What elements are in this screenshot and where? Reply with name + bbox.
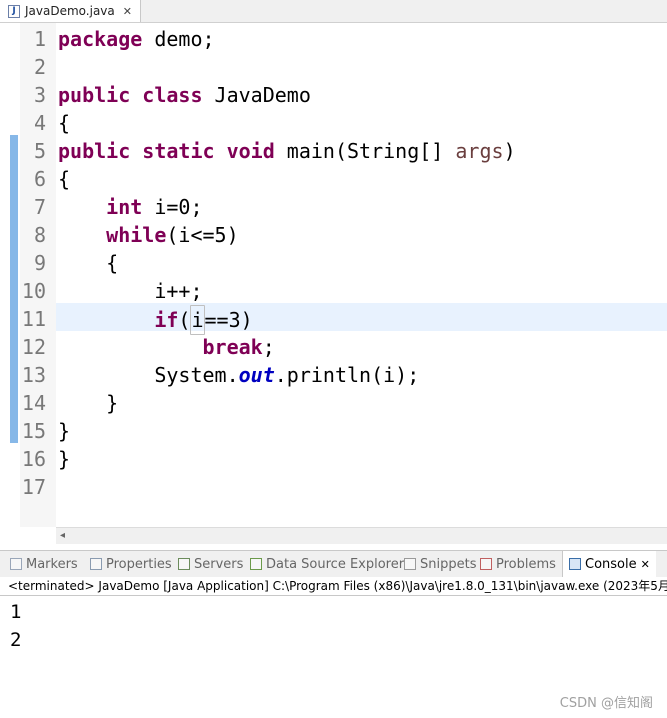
view-tab-properties[interactable]: Properties (90, 555, 172, 573)
horizontal-scrollbar[interactable]: ◂ (56, 527, 667, 544)
view-tab-label: Data Source Explorer (266, 556, 405, 572)
view-tab-servers[interactable]: Servers (178, 555, 243, 573)
code-line[interactable]: { (58, 165, 70, 193)
problems-icon (480, 558, 492, 570)
view-tab-label: Snippets (420, 556, 477, 572)
overview-gutter (0, 23, 20, 527)
line-number: 10 (21, 279, 46, 303)
view-tab-markers[interactable]: Markers (10, 555, 78, 573)
code-line[interactable]: package demo; (58, 25, 215, 53)
view-tab-label: Markers (26, 556, 78, 572)
line-number: 11 (21, 307, 46, 331)
close-icon[interactable]: ✕ (641, 558, 650, 571)
line-number: 13 (21, 363, 46, 387)
code-line[interactable]: if(i==3) (58, 305, 253, 335)
line-number: 1 (33, 27, 46, 51)
view-tab-data-source-explorer[interactable]: Data Source Explorer (250, 555, 404, 573)
code-line[interactable]: i++; (58, 277, 202, 305)
code-line[interactable]: } (58, 389, 118, 417)
view-tab-console[interactable]: Console ✕ (562, 551, 656, 577)
code-line[interactable]: } (58, 445, 70, 473)
java-file-icon: J (8, 4, 20, 18)
line-number: 6 (33, 167, 46, 191)
view-tab-problems[interactable]: Problems (480, 555, 556, 573)
view-tab-label: Servers (194, 556, 244, 572)
code-line[interactable]: System.out.println(i); (58, 361, 419, 389)
code-line[interactable]: } (58, 417, 70, 445)
code-line[interactable]: break; (58, 333, 275, 361)
editor-tab-bar: J JavaDemo.java ✕ (0, 0, 667, 23)
line-number: 12 (21, 335, 46, 359)
line-number: 15 (21, 419, 46, 443)
console-output-line: 2 (10, 629, 22, 651)
line-number: 2 (33, 55, 46, 79)
line-number: 5 (33, 139, 46, 163)
line-number: 8 (33, 223, 46, 247)
code-line[interactable]: { (58, 249, 118, 277)
markers-icon (10, 558, 22, 570)
view-tab-label: Problems (496, 556, 556, 572)
watermark: CSDN @信知阁 (559, 696, 653, 711)
line-number: 4 (33, 111, 46, 135)
close-icon[interactable]: ✕ (123, 5, 132, 18)
line-number: 17 (21, 475, 46, 499)
line-number-ruler: 1 2 3 4 5 6 7 8 9 10 11 12 13 14 15 16 17 (20, 23, 56, 527)
console-icon (569, 558, 581, 570)
properties-icon (90, 558, 102, 570)
line-number: 16 (21, 447, 46, 471)
console-output-line: 1 (10, 601, 22, 623)
line-number: 7 (33, 195, 46, 219)
code-line[interactable]: while(i<=5) (58, 221, 238, 249)
editor-tab-javademo[interactable]: J JavaDemo.java ✕ (0, 0, 141, 22)
code-editor[interactable]: 1 2 3 4 5 6 7 8 9 10 11 12 13 14 15 16 17 package demo; p… (0, 23, 667, 544)
view-tab-label: Properties (106, 556, 172, 572)
editor-tab-label: JavaDemo.java (25, 4, 115, 18)
line-number: 3 (33, 83, 46, 107)
code-line[interactable]: public class JavaDemo (58, 81, 311, 109)
code-line[interactable]: int i=0; (58, 193, 202, 221)
line-number: 14 (21, 391, 46, 415)
change-marker-bar (10, 135, 18, 443)
servers-icon (178, 558, 190, 570)
code-line[interactable]: public static void main(String[] args) (58, 137, 516, 165)
view-tab-snippets[interactable]: Snippets (404, 555, 476, 573)
console-process-label: <terminated> JavaDemo [Java Application]… (0, 577, 667, 596)
snippets-icon (404, 558, 416, 570)
data-source-icon (250, 558, 262, 570)
views-tab-bar: Markers Properties Servers Data Source Expl… (0, 550, 667, 578)
scroll-left-icon[interactable]: ◂ (60, 530, 65, 541)
line-number: 9 (33, 251, 46, 275)
code-line[interactable]: { (58, 109, 70, 137)
view-tab-label: Console (585, 556, 637, 572)
